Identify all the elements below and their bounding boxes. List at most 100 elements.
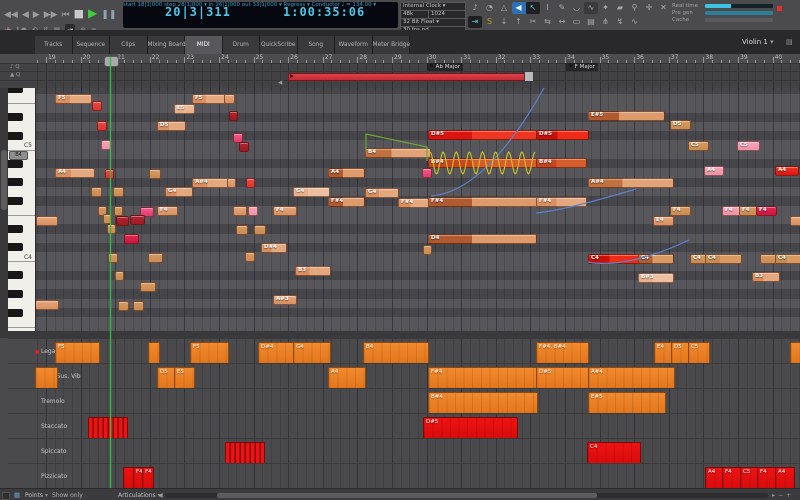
eraser-tool-icon[interactable]: ✕ [657, 2, 671, 14]
tab-mixing-board[interactable]: Mixing Board [147, 36, 185, 54]
smpte-counter[interactable]: 1:00:35:06 [283, 5, 365, 19]
piano-keyboard[interactable]: C5 C4 B4 [8, 84, 36, 331]
articulation-block[interactable]: F4 [757, 466, 777, 489]
selection-row[interactable] [0, 80, 800, 90]
audition-speaker-icon[interactable]: ◀ [511, 2, 526, 14]
articulation-block[interactable]: A4 [328, 366, 366, 389]
shift-down-icon[interactable]: ↓ [497, 16, 511, 28]
black-key[interactable] [8, 159, 23, 168]
selection-start-marker[interactable]: ◀ [278, 80, 282, 86]
solo-icon[interactable]: S [483, 16, 497, 28]
zoom-tool-icon[interactable]: ⚲ [628, 2, 642, 14]
lane-sord-sus-vib[interactable]: Sord Sus. Vib D5 E5 A4 F#4 D#5 A#4 [8, 363, 800, 389]
tab-waveform[interactable]: Waveform [335, 36, 373, 54]
brush-tool-icon[interactable]: ▰ [613, 2, 627, 14]
view-type-select[interactable]: Articulations ▾ [118, 492, 161, 499]
bars-beats-counter[interactable]: 20|3|311 [165, 5, 231, 19]
collapse-arrow-icon[interactable]: ◀ [158, 492, 163, 499]
articulation-block[interactable]: G4 [293, 341, 331, 364]
articulation-block[interactable] [790, 341, 800, 364]
piano-roll-grid[interactable] [8, 84, 800, 331]
black-key[interactable] [8, 224, 23, 233]
articulation-block[interactable]: E5 [174, 366, 195, 389]
black-key[interactable] [8, 113, 23, 122]
articulation-block[interactable]: F#4, B#4 [536, 341, 589, 364]
articulation-block[interactable]: D#4 [258, 341, 294, 364]
articulation-block[interactable] [35, 366, 58, 389]
wave-tool-icon[interactable]: ∿ [584, 2, 598, 14]
lfo-icon[interactable]: ∿ [628, 16, 642, 28]
time-ruler-band[interactable]: 19 20 21 22 23 24 25 26 27 28 29 30 31 32 33 34 35 36 37 38… [0, 53, 800, 90]
playhead-flag[interactable] [104, 56, 119, 67]
marquee-icon[interactable]: ▭ [570, 16, 584, 28]
pointer-tool-icon[interactable]: ↖ [526, 2, 540, 14]
tab-song[interactable]: Song [297, 36, 335, 54]
articulation-block[interactable]: D#5 [423, 416, 518, 439]
articulation-block[interactable]: D#5 [536, 366, 589, 389]
shift-up-icon[interactable]: ↑ [512, 16, 526, 28]
nudge-icon[interactable]: ↯ [613, 16, 627, 28]
metronome-sound-icon[interactable]: ♪ [468, 2, 482, 14]
loop-end-handle[interactable] [524, 71, 534, 82]
scissors-icon[interactable]: ✂ [526, 16, 540, 28]
pencil-tool-icon[interactable]: ✎ [555, 2, 569, 14]
black-key[interactable] [8, 271, 23, 280]
black-key[interactable] [8, 178, 23, 187]
tab-midi[interactable]: MIDI [185, 36, 223, 54]
pressed-key-indicator[interactable]: B4 [9, 150, 28, 160]
horizontal-scrollbar[interactable] [165, 492, 768, 498]
tab-meter-bridge[interactable]: Meter Bridge [372, 36, 410, 54]
articulation-block[interactable]: E#5 [588, 391, 666, 414]
corner-box[interactable] [2, 492, 10, 500]
articulation-block[interactable]: A#4 [588, 366, 675, 389]
tab-clips[interactable]: Clips [110, 36, 148, 54]
articulation-block[interactable]: B#4 [428, 391, 538, 414]
stretch-icon[interactable]: ↔ [555, 16, 569, 28]
key-tool-icon[interactable]: ✦ [599, 2, 613, 14]
edit-mode-select[interactable]: Points ▾ [25, 492, 48, 499]
articulation-block[interactable]: B4 [363, 341, 429, 364]
key-signature-marker[interactable]: ⚑ F Major [566, 63, 598, 71]
lane-legato[interactable]: Legato F5 F5 D#4 G4 B4 F#4, B#4 E4 D5 C5 [8, 338, 800, 364]
grid-toggle-icon[interactable]: ▦ [14, 491, 20, 499]
show-only-label[interactable]: Show only [52, 492, 83, 499]
key-signature-marker[interactable]: ⚑ Ab Major [427, 63, 463, 71]
articulation-block[interactable]: F5 [55, 341, 100, 364]
tab-drum[interactable]: Drum [222, 36, 260, 54]
lane-spiccato[interactable]: Spiccato C4 [8, 438, 800, 464]
articulation-block[interactable]: F4 [142, 466, 154, 489]
comp-icon[interactable]: ▤ [584, 16, 598, 28]
loop-start-handle[interactable] [290, 74, 294, 78]
articulation-block[interactable]: F5 [190, 341, 229, 364]
black-key[interactable] [8, 243, 23, 252]
lane-staccato[interactable]: Staccato D#5 [8, 413, 800, 439]
articulation-block[interactable]: F#4 [428, 366, 538, 389]
track-selector[interactable]: Violin 1 ▾ [742, 38, 774, 46]
reshape-tool-icon[interactable]: ◡ [570, 2, 584, 14]
loop-region-bar[interactable] [288, 72, 532, 81]
countdown-clock-icon[interactable]: ◔ [483, 2, 497, 14]
tab-tracks[interactable]: Tracks [35, 36, 73, 54]
articulation-block[interactable] [225, 441, 265, 464]
articulation-block[interactable]: F4 [722, 466, 742, 489]
articulation-block[interactable] [88, 416, 128, 439]
black-key[interactable] [8, 290, 23, 298]
articulation-block[interactable] [148, 341, 160, 364]
tab-quickscribe[interactable]: QuickScribe [260, 36, 298, 54]
metronome-icon[interactable]: △ [497, 2, 511, 14]
vertical-scrollbar-thumb[interactable] [1, 150, 7, 210]
ibeam-tool-icon[interactable]: I [541, 2, 555, 14]
black-key[interactable] [8, 308, 23, 317]
horizontal-scrollbar-thumb[interactable] [217, 492, 597, 498]
split-icon[interactable]: ⋔ [599, 16, 613, 28]
measure-ruler[interactable]: 19 20 21 22 23 24 25 26 27 28 29 30 31 32 33 34 35 36 37 38… [0, 53, 800, 63]
articulation-block[interactable]: C5 [688, 341, 710, 364]
track-list-icon[interactable]: ▤ [786, 38, 793, 46]
lane-tremolo[interactable]: Tremolo B#4 E#5 [8, 388, 800, 414]
black-key[interactable] [8, 196, 23, 205]
step-record-icon[interactable]: ⇥ [468, 16, 482, 28]
lane-pizzicato[interactable]: Pizzicato F4 F4 A4 F4 C5 F4 A4 [8, 463, 800, 489]
articulation-block[interactable]: C4 [587, 441, 641, 464]
playhead-line[interactable] [110, 57, 111, 488]
trim-left-icon[interactable]: ⇆ [541, 16, 555, 28]
